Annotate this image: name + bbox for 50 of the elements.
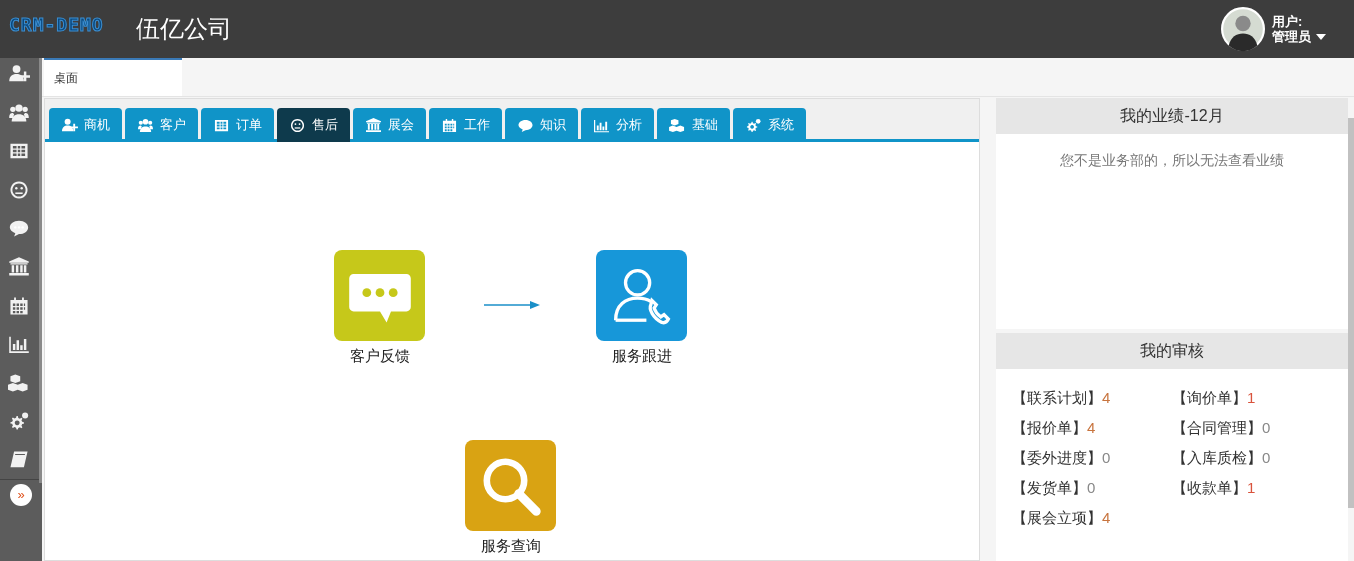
user-plus-icon [61,117,78,133]
review-link[interactable]: 【展会立项】4 [1012,509,1172,527]
flow-node-label: 服务跟进 [611,347,672,366]
flow-arrow [484,300,542,310]
bar-chart-icon [593,117,610,133]
review-link[interactable]: 【合同管理】0 [1172,419,1332,437]
flow-node-label: 服务查询 [480,537,541,556]
module-tab[interactable]: 售后 [277,108,350,142]
caret-icon [1316,33,1326,40]
bank-icon [365,117,382,133]
flow-node-label: 客户反馈 [349,347,410,366]
calendar-icon [441,117,458,133]
chat-icon[interactable] [8,218,30,239]
review-link[interactable]: 【询价单】1 [1172,389,1332,407]
bar-chart-icon[interactable] [8,334,30,355]
smile-icon[interactable] [8,179,30,200]
user-plus-icon[interactable] [8,64,30,84]
calendar-icon[interactable] [8,295,30,316]
review-link[interactable]: 【收款单】1 [1172,479,1332,497]
smile-icon [289,117,306,133]
book-icon[interactable] [8,449,30,470]
users-icon [137,117,154,133]
flow-node-tile[interactable] [334,250,425,341]
chat-icon [517,117,534,133]
review-link[interactable]: 【报价单】4 [1012,419,1172,437]
users-icon[interactable] [8,102,30,123]
table-icon [213,117,230,133]
gears-icon [745,117,762,133]
expand-button[interactable]: » [10,483,32,506]
cubes-icon[interactable] [8,372,30,393]
bank-icon[interactable] [8,256,30,277]
gears-icon[interactable] [8,411,30,432]
performance-message: 您不是业务部的，所以无法查看业绩 [1059,151,1285,170]
logo: CRM-DEMO [9,13,104,35]
review-link[interactable]: 【联系计划】4 [1012,389,1172,407]
scrollbar[interactable] [1348,118,1354,508]
card-title: 我的审核 [996,333,1348,369]
user-menu[interactable]: 管理员 [1272,29,1326,44]
flow-node-tile[interactable] [465,440,556,531]
cubes-icon [669,117,686,133]
company-name: 伍亿公司 [135,14,232,44]
card-title: 我的业绩-12月 [996,98,1348,134]
user-label: 用户: [1272,14,1304,29]
scrollbar[interactable] [39,58,42,483]
page-tab[interactable]: 桌面 [44,58,182,96]
review-link[interactable]: 【委外进度】0 [1012,449,1172,467]
review-link[interactable]: 【入库质检】0 [1172,449,1332,467]
flow-node-tile[interactable] [596,250,687,341]
review-link[interactable]: 【发货单】0 [1012,479,1172,497]
avatar[interactable] [1221,4,1265,54]
